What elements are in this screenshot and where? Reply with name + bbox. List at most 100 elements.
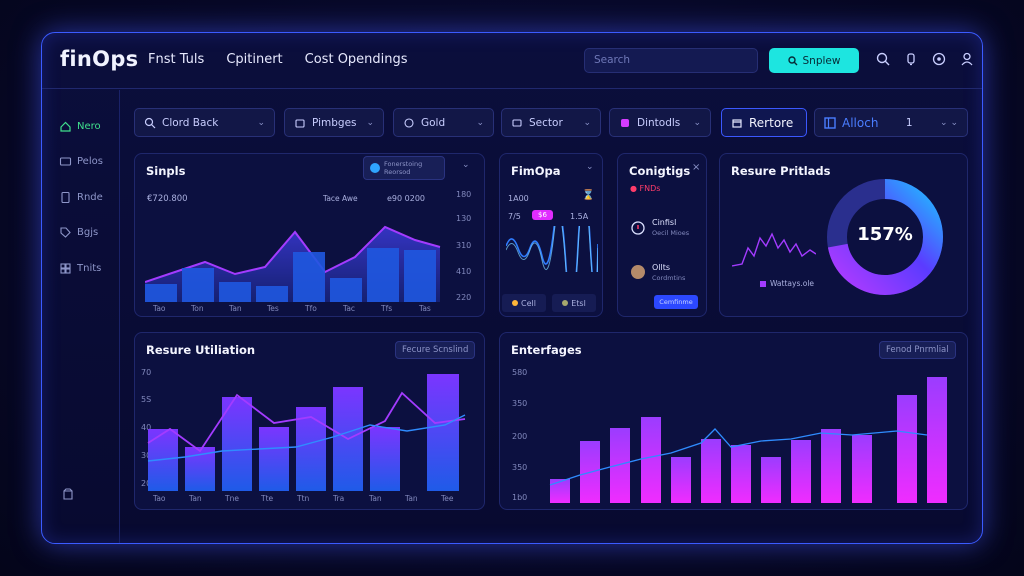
search-input[interactable]: Search bbox=[584, 48, 758, 73]
nav-item-second[interactable]: Cpitinert bbox=[226, 52, 282, 67]
finops-button-b[interactable]: Etsl bbox=[552, 294, 596, 312]
finops-stat-b: 7/5 bbox=[508, 212, 521, 221]
x-tick: Tao bbox=[153, 304, 166, 313]
signal-value-mid: Tace Awe bbox=[323, 194, 358, 203]
enterfages-tag[interactable]: Fenod Pnrmlial bbox=[879, 341, 956, 359]
x-tick: Tac bbox=[343, 304, 356, 313]
signals-card: Sinpls Fonerstoing Reorsod ⌄ €720.800 Ta… bbox=[134, 153, 485, 317]
signal-bar bbox=[404, 250, 436, 302]
sidebar-item-bgjs[interactable]: Bgjs bbox=[59, 226, 98, 239]
signal-value-right: e90 0200 bbox=[387, 194, 426, 203]
nav-item-first[interactable]: Fnst Tuls bbox=[148, 52, 204, 67]
enter-bar bbox=[671, 457, 691, 503]
config-item-2-title[interactable]: Ollts bbox=[652, 263, 670, 272]
signal-bar bbox=[182, 268, 214, 302]
coin-icon bbox=[562, 300, 569, 306]
alloch-value: 1 bbox=[905, 116, 913, 129]
restore-icon bbox=[732, 118, 742, 128]
util-bar bbox=[259, 427, 289, 491]
util-bar bbox=[185, 447, 215, 491]
finops-button-a[interactable]: Cell bbox=[502, 294, 546, 312]
enterfages-chart bbox=[549, 377, 947, 503]
filter-sector[interactable]: Sector ⌄ bbox=[501, 108, 601, 137]
filter-details[interactable]: Dintodls ⌄ bbox=[609, 108, 711, 137]
filter-packages[interactable]: Pimbges ⌄ bbox=[284, 108, 384, 137]
x-tick: Tan bbox=[189, 494, 202, 503]
wave-line-b bbox=[506, 226, 598, 272]
card-title: Conigtigs bbox=[629, 164, 691, 178]
card-title: FimOpa bbox=[511, 164, 561, 178]
util-bar bbox=[370, 427, 400, 491]
search-icon bbox=[787, 55, 798, 65]
configs-card: Conigtigs × ● FNDs Cinfisl Oecil Mioes O… bbox=[617, 153, 707, 317]
nav-item-third[interactable]: Cost Opendings bbox=[305, 52, 408, 67]
filter-gold[interactable]: Gold ⌄ bbox=[393, 108, 494, 137]
sidebar-item-home[interactable]: Nero bbox=[59, 120, 101, 133]
user-icon[interactable] bbox=[959, 51, 975, 67]
sidebar-item-label: Nero bbox=[77, 121, 101, 132]
configs-sub: ● FNDs bbox=[630, 184, 660, 193]
grid-icon bbox=[824, 116, 836, 129]
confirm-button[interactable]: Cemfinme bbox=[654, 295, 698, 309]
chevron-down-icon[interactable]: ⌄ bbox=[462, 160, 470, 170]
help-icon[interactable] bbox=[61, 488, 75, 502]
legend-label: Wattays.ole bbox=[770, 279, 815, 288]
utilization-tag[interactable]: Fecure Scnslind bbox=[395, 341, 476, 359]
sidebar-item-label: Pelos bbox=[77, 156, 103, 167]
button-label: Etsl bbox=[571, 298, 586, 308]
settings-icon[interactable] bbox=[931, 51, 947, 67]
button-label: Cell bbox=[521, 298, 536, 308]
sidebar-item-label: Bgjs bbox=[77, 227, 99, 238]
config-item-1-sub: Oecil Mioes bbox=[652, 229, 690, 237]
sidebar-item-rnde[interactable]: Rnde bbox=[59, 191, 103, 204]
chevron-down-icon: ⌄ bbox=[366, 117, 374, 128]
sidebar: Nero Pelos Rnde Bgjs Tnits bbox=[42, 90, 120, 543]
chevron-down-icon: ⌄ bbox=[693, 117, 701, 128]
legend-swatch bbox=[760, 280, 766, 287]
chevron-down-icon: ⌄ ⌄ bbox=[940, 117, 958, 128]
donut-value: 157% bbox=[857, 224, 913, 245]
enter-bar bbox=[610, 428, 630, 503]
y-tick: 310 bbox=[456, 241, 472, 250]
primary-cta-button[interactable]: Snplew bbox=[769, 48, 859, 73]
config-item-1-title[interactable]: Cinfisl bbox=[652, 218, 676, 227]
finops-badge: $6 bbox=[532, 210, 553, 220]
filter-cloud[interactable]: Clord Back ⌄ bbox=[134, 108, 275, 137]
legend-sub: Reorsod bbox=[384, 168, 411, 176]
top-icons bbox=[875, 51, 975, 67]
sidebar-item-pelos[interactable]: Pelos bbox=[59, 155, 103, 168]
enter-bar bbox=[791, 440, 811, 503]
enter-bar bbox=[761, 457, 781, 503]
app-window: finOps Fnst Tuls Cpitinert Cost Opending… bbox=[41, 32, 983, 544]
alloch-dropdown[interactable]: Alloch 1 ⌄ ⌄ bbox=[814, 108, 968, 137]
close-icon[interactable]: × bbox=[692, 162, 700, 173]
finops-card: FimOpa ⌄ 1A00 ⌛ 7/5 $6 1.5A Cell Etsl bbox=[499, 153, 603, 317]
legend-label: Fonerstoing bbox=[384, 160, 423, 168]
legend-chip[interactable]: Fonerstoing Reorsod bbox=[363, 156, 445, 180]
filter-label: Gold bbox=[421, 116, 446, 129]
configs-sub-label: FNDs bbox=[639, 184, 661, 193]
app-logo[interactable]: finOps bbox=[60, 47, 138, 71]
search-icon[interactable] bbox=[875, 51, 891, 67]
chevron-down-icon[interactable]: ⌄ bbox=[586, 162, 594, 172]
restore-button[interactable]: Rertore bbox=[721, 108, 807, 137]
config-item-icon bbox=[631, 221, 645, 235]
grid-icon bbox=[60, 263, 71, 274]
legend-dot-icon bbox=[370, 163, 380, 173]
x-tick: Tfs bbox=[381, 304, 393, 313]
finops-wave-chart bbox=[506, 226, 598, 272]
alloch-label: Alloch bbox=[842, 115, 879, 130]
x-tick: Tan bbox=[405, 494, 418, 503]
x-tick: Ttn bbox=[297, 494, 310, 503]
utilization-card: Resure Utiliation Fecure Scnslind 70 5S … bbox=[134, 332, 485, 510]
config-item-2-sub: Cordmtins bbox=[652, 274, 686, 282]
x-tick: Tne bbox=[225, 494, 239, 503]
sidebar-item-tnits[interactable]: Tnits bbox=[59, 262, 101, 275]
bell-icon[interactable] bbox=[903, 51, 919, 67]
enter-bar bbox=[731, 445, 751, 503]
chevron-down-icon: ⌄ bbox=[583, 117, 591, 128]
coin-icon bbox=[512, 300, 519, 306]
util-bar bbox=[427, 374, 459, 491]
filter-label: Sector bbox=[529, 116, 563, 129]
filter-label: Clord Back bbox=[162, 116, 219, 129]
